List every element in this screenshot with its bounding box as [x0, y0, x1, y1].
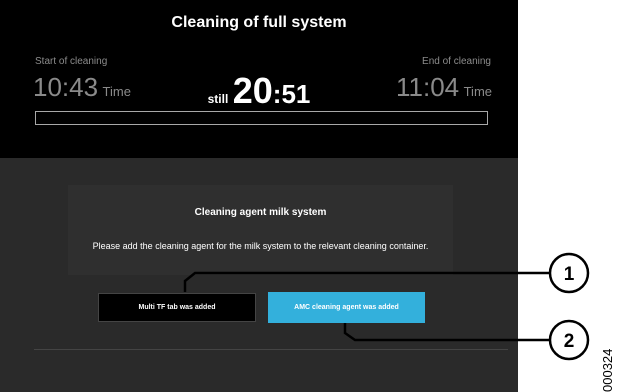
callout-2-leader — [343, 323, 550, 342]
callout-1-leader — [183, 271, 550, 292]
callout-2: 2 — [343, 319, 590, 361]
callout-2-number: 2 — [564, 331, 575, 352]
callout-overlay: 1 2 — [183, 252, 590, 361]
callout-1-number: 1 — [564, 264, 575, 285]
callout-1: 1 — [183, 252, 590, 294]
document-id: 000324 — [600, 348, 615, 392]
